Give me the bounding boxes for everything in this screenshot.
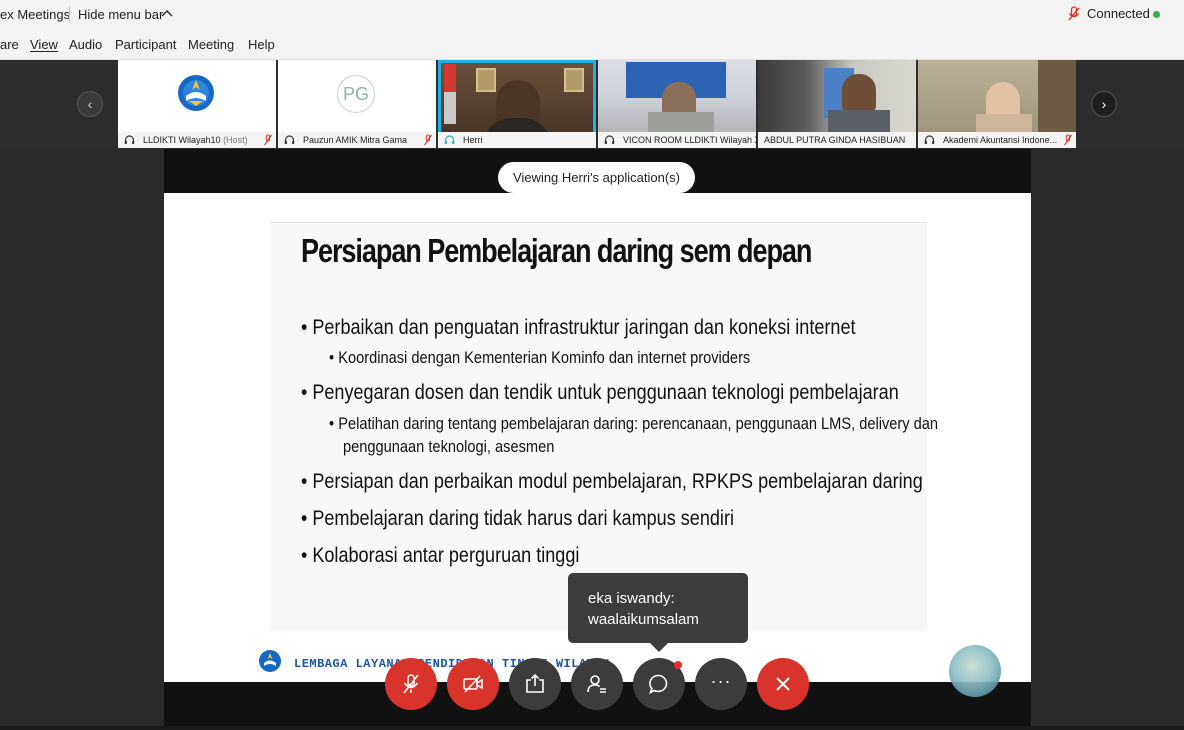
slide-bullet: • Persiapan dan perbaikan modul pembelaj… <box>301 470 923 493</box>
avatar: PG <box>337 75 375 113</box>
slide-bullet: • Pembelajaran daring tidak harus dari k… <box>301 507 734 530</box>
close-icon <box>776 677 790 691</box>
title-divider <box>69 6 70 23</box>
bullet-text: Kolaborasi antar perguruan tinggi <box>312 544 580 567</box>
chat-message: waalaikumsalam <box>588 611 699 628</box>
slide-title: Persiapan Pembelajaran daring sem depan <box>301 232 812 269</box>
headset-icon <box>924 135 935 144</box>
participant-name: VICON ROOM LLDIKTI Wilayah X <box>623 135 756 145</box>
mic-muted-icon <box>424 134 432 146</box>
viewing-application-label: Viewing Herri's application(s) <box>498 162 695 193</box>
participants-icon <box>587 675 606 693</box>
leave-meeting-button[interactable] <box>757 658 809 710</box>
bullet-text: Koordinasi dengan Kementerian Kominfo da… <box>338 348 751 367</box>
participant-name-bar: ABDUL PUTRA GINDA HASIBUAN <box>758 132 916 148</box>
cabinet-image <box>1038 60 1076 132</box>
slide-bullet: • Perbaikan dan penguatan infrastruktur … <box>301 316 856 339</box>
host-label: (Host) <box>223 135 248 145</box>
headset-icon <box>444 135 455 144</box>
bottom-edge <box>0 726 1184 730</box>
bullet-text: Perbaikan dan penguatan infrastruktur ja… <box>312 316 856 339</box>
connection-status: Connected <box>1087 6 1150 21</box>
headset-icon <box>284 135 295 144</box>
bullet-text: Pelatihan daring tentang pembelajaran da… <box>338 414 939 433</box>
bullet-text: Pembelajaran daring tidak harus dari kam… <box>312 507 734 530</box>
bullet-text: Penyegaran dosen dan tendik untuk penggu… <box>312 381 899 404</box>
chevron-up-icon[interactable] <box>161 9 173 17</box>
person-image <box>842 74 876 114</box>
menu-participant[interactable]: Participant <box>115 37 176 52</box>
slide-footer-logo-icon <box>259 650 281 672</box>
participant-tile[interactable]: Akademi Akuntansi Indone... <box>918 60 1076 148</box>
participant-tile[interactable]: LLDIKTI Wilayah10 (Host) <box>118 60 276 148</box>
mic-muted-icon <box>1064 134 1072 146</box>
participant-name: Herri <box>463 135 483 145</box>
headset-icon <box>124 135 135 144</box>
menu-audio[interactable]: Audio <box>69 37 102 52</box>
more-options-button[interactable]: ··· <box>695 658 747 710</box>
title-bar: ex Meetings Hide menu bar Connected <box>0 0 1184 30</box>
mic-muted-icon <box>264 134 272 146</box>
unmute-button[interactable] <box>385 658 437 710</box>
menu-bar: are View Audio Participant Meeting Help <box>0 30 1184 60</box>
chat-unread-dot-icon <box>674 661 682 669</box>
menu-help[interactable]: Help <box>248 37 275 52</box>
strip-prev-button[interactable]: ‹ <box>77 91 103 117</box>
headset-icon <box>604 135 615 144</box>
strip-next-button[interactable]: › <box>1091 91 1117 117</box>
participant-name: Akademi Akuntansi Indone... <box>943 135 1058 145</box>
participant-name-bar: Herri <box>438 132 596 148</box>
flag-red-image <box>444 64 456 92</box>
floating-assistant-icon[interactable] <box>949 645 1001 697</box>
wall-frame-image <box>564 68 584 92</box>
app-title: ex Meetings <box>0 7 71 22</box>
chat-icon <box>649 674 668 695</box>
slide-subbullet: • Koordinasi dengan Kementerian Kominfo … <box>329 348 751 367</box>
participant-name-bar: Akademi Akuntansi Indone... <box>918 132 1076 148</box>
share-content-button[interactable] <box>509 658 561 710</box>
hide-menu-bar-button[interactable]: Hide menu bar <box>78 7 163 22</box>
bullet-text: Persiapan dan perbaikan modul pembelajar… <box>312 470 923 493</box>
participant-name-bar: Pauzun AMIK Mitra Gama <box>278 132 436 148</box>
slide-subbullet-continued: penggunaan teknologi, asesmen <box>343 437 555 456</box>
mic-muted-icon <box>1068 6 1080 21</box>
participant-tile[interactable]: VICON ROOM LLDIKTI Wilayah X <box>598 60 756 148</box>
participant-tile-active[interactable]: Herri <box>438 60 596 148</box>
video-off-icon <box>463 675 483 693</box>
menu-view[interactable]: View <box>30 37 58 52</box>
slide-bullet: • Penyegaran dosen dan tendik untuk peng… <box>301 381 899 404</box>
slide-subbullet: • Pelatihan daring tentang pembelajaran … <box>329 414 939 433</box>
participant-name-bar: LLDIKTI Wilayah10 (Host) <box>118 132 276 148</box>
menu-share[interactable]: are <box>0 37 19 52</box>
chat-tail <box>650 643 668 652</box>
share-icon <box>526 673 544 693</box>
chat-notification[interactable]: eka iswandy: waalaikumsalam <box>568 573 748 652</box>
participant-name: LLDIKTI Wilayah10 <box>143 135 221 145</box>
participant-tile[interactable]: PG Pauzun AMIK Mitra Gama <box>278 60 436 148</box>
participants-button[interactable] <box>571 658 623 710</box>
participant-name-bar: VICON ROOM LLDIKTI Wilayah X <box>598 132 756 148</box>
mic-muted-icon <box>403 674 419 694</box>
tut-wuri-logo-icon <box>178 75 214 111</box>
menu-meeting[interactable]: Meeting <box>188 37 234 52</box>
participant-tile[interactable]: ABDUL PUTRA GINDA HASIBUAN <box>758 60 916 148</box>
participant-name: ABDUL PUTRA GINDA HASIBUAN <box>764 135 906 145</box>
participant-name: Pauzun AMIK Mitra Gama <box>303 135 408 145</box>
start-video-button[interactable] <box>447 658 499 710</box>
slide-bullet: • Kolaborasi antar perguruan tinggi <box>301 544 580 567</box>
wall-frame-image <box>476 68 496 92</box>
chat-sender: eka iswandy: <box>588 590 675 607</box>
status-dot-icon <box>1153 11 1160 18</box>
person-body-image <box>648 112 714 134</box>
